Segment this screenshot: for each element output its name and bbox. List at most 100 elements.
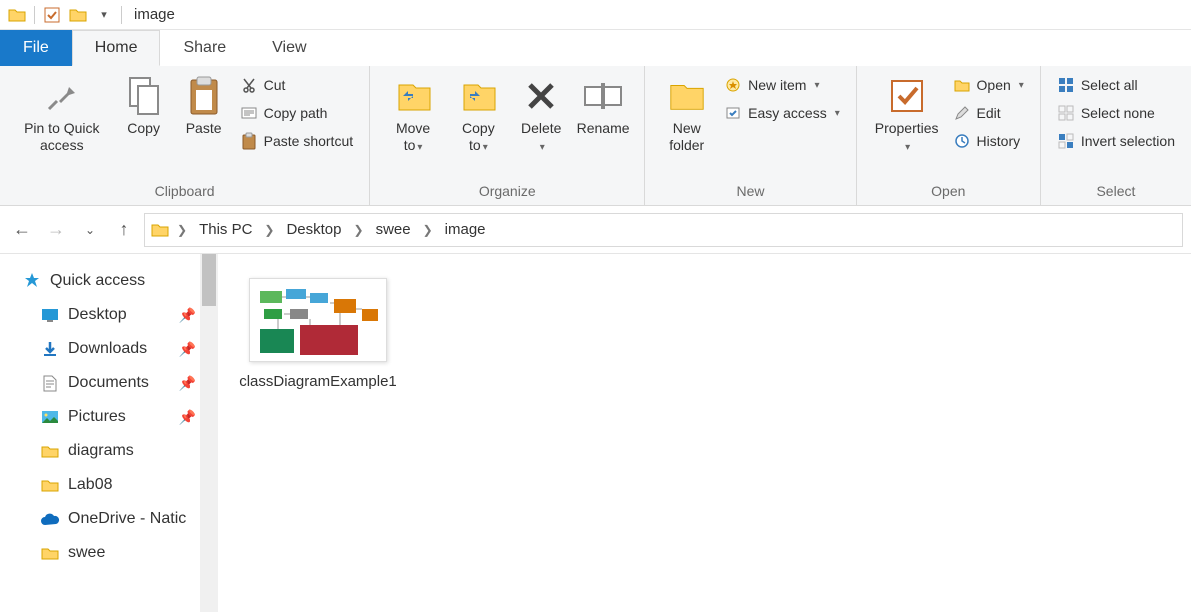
- navigation-pane: Quick access Desktop 📌 Downloads 📌 Docum…: [0, 254, 218, 612]
- rename-icon: [583, 76, 623, 116]
- downloads-icon: [40, 339, 60, 359]
- invert-selection-icon: [1057, 132, 1075, 150]
- nav-swee[interactable]: swee: [14, 536, 218, 570]
- file-thumbnail: [249, 278, 387, 362]
- history-icon: [953, 132, 971, 150]
- select-all-button[interactable]: Select all: [1055, 74, 1177, 96]
- open-icon: [953, 76, 971, 94]
- select-all-icon: [1057, 76, 1075, 94]
- nav-pictures[interactable]: Pictures 📌: [14, 400, 218, 434]
- delete-icon: [521, 76, 561, 116]
- paste-shortcut-icon: [240, 132, 258, 150]
- scrollbar-thumb[interactable]: [202, 254, 216, 306]
- forward-button[interactable]: →: [42, 216, 70, 244]
- pin-icon: 📌: [179, 341, 196, 358]
- properties-icon: [887, 76, 927, 116]
- chevron-down-icon: ▾: [905, 142, 910, 153]
- chevron-down-icon: ▾: [1019, 80, 1024, 91]
- cut-button[interactable]: Cut: [238, 74, 356, 96]
- title-bar: ▾ image: [0, 0, 1191, 30]
- breadcrumb-item[interactable]: image: [441, 221, 490, 238]
- nav-desktop[interactable]: Desktop 📌: [14, 298, 218, 332]
- copy-to-icon: [458, 76, 498, 116]
- address-bar[interactable]: ❯ This PC ❯ Desktop ❯ swee ❯ image: [144, 213, 1183, 247]
- chevron-right-icon[interactable]: ❯: [173, 223, 191, 237]
- pin-icon: 📌: [179, 375, 196, 392]
- folder-icon: [40, 441, 60, 461]
- paste-shortcut-button[interactable]: Paste shortcut: [238, 130, 356, 152]
- move-to-button[interactable]: Move to▾: [380, 72, 446, 158]
- tab-share[interactable]: Share: [160, 30, 249, 66]
- select-none-icon: [1057, 104, 1075, 122]
- copy-to-button[interactable]: Copy to▾: [446, 72, 511, 158]
- scrollbar[interactable]: [200, 254, 218, 612]
- qat-customize-dropdown[interactable]: ▾: [94, 5, 114, 25]
- nav-onedrive[interactable]: OneDrive - Natic: [14, 502, 218, 536]
- ribbon-tabs: File Home Share View: [0, 30, 1191, 66]
- new-item-icon: [724, 76, 742, 94]
- nav-diagrams[interactable]: diagrams: [14, 434, 218, 468]
- breadcrumb-item[interactable]: This PC: [195, 221, 256, 238]
- properties-button[interactable]: Properties ▾: [867, 72, 947, 158]
- copy-icon: [124, 76, 164, 116]
- desktop-icon: [40, 305, 60, 325]
- tab-view[interactable]: View: [249, 30, 329, 66]
- ribbon-group-organize: Move to▾ Copy to▾ Delete ▾ Rename: [370, 66, 645, 205]
- new-folder-icon: [667, 76, 707, 116]
- recent-locations-button[interactable]: ⌄: [76, 216, 104, 244]
- new-folder-button[interactable]: New folder: [655, 72, 718, 158]
- ribbon-group-open: Properties ▾ Open▾ Edit History Open: [857, 66, 1041, 205]
- chevron-right-icon[interactable]: ❯: [260, 223, 278, 237]
- pictures-icon: [40, 407, 60, 427]
- tab-home[interactable]: Home: [72, 30, 161, 66]
- history-button[interactable]: History: [951, 130, 1026, 152]
- folder-icon: [40, 543, 60, 563]
- easy-access-button[interactable]: Easy access▾: [722, 102, 842, 124]
- copy-button[interactable]: Copy: [114, 72, 174, 141]
- breadcrumb-item[interactable]: Desktop: [282, 221, 345, 238]
- open-button[interactable]: Open▾: [951, 74, 1026, 96]
- content-pane[interactable]: classDiagramExample1: [218, 254, 1191, 612]
- quick-access-icon: [22, 271, 42, 291]
- select-none-button[interactable]: Select none: [1055, 102, 1177, 124]
- chevron-right-icon[interactable]: ❯: [350, 223, 368, 237]
- nav-toolbar: ← → ⌄ ↑ ❯ This PC ❯ Desktop ❯ swee ❯ ima…: [0, 206, 1191, 254]
- file-label: classDiagramExample1: [238, 372, 398, 392]
- copy-path-icon: [240, 104, 258, 122]
- new-item-button[interactable]: New item▾: [722, 74, 842, 96]
- divider: [34, 6, 35, 24]
- paste-button[interactable]: Paste: [174, 72, 234, 141]
- nav-quick-access[interactable]: Quick access: [14, 264, 218, 298]
- pin-icon: 📌: [179, 307, 196, 324]
- nav-downloads[interactable]: Downloads 📌: [14, 332, 218, 366]
- edit-button[interactable]: Edit: [951, 102, 1026, 124]
- delete-button[interactable]: Delete ▾: [511, 72, 572, 158]
- copy-path-button[interactable]: Copy path: [238, 102, 356, 124]
- divider: [121, 6, 122, 24]
- file-item[interactable]: classDiagramExample1: [238, 278, 398, 392]
- ribbon: Pin to Quick access Copy Paste Cut: [0, 66, 1191, 206]
- folder-icon: [151, 222, 169, 237]
- pin-icon: 📌: [179, 409, 196, 426]
- ribbon-group-clipboard: Pin to Quick access Copy Paste Cut: [0, 66, 370, 205]
- ribbon-group-new: New folder New item▾ Easy access▾ New: [645, 66, 856, 205]
- folder-icon: [7, 5, 27, 25]
- invert-selection-button[interactable]: Invert selection: [1055, 130, 1177, 152]
- qat-properties-icon[interactable]: [42, 5, 62, 25]
- chevron-down-icon: ▾: [417, 142, 422, 153]
- rename-button[interactable]: Rename: [572, 72, 635, 141]
- qat-folder-icon[interactable]: [68, 5, 88, 25]
- tab-file[interactable]: File: [0, 30, 72, 66]
- nav-documents[interactable]: Documents 📌: [14, 366, 218, 400]
- chevron-right-icon[interactable]: ❯: [419, 223, 437, 237]
- breadcrumb-item[interactable]: swee: [372, 221, 415, 238]
- up-button[interactable]: ↑: [110, 216, 138, 244]
- onedrive-icon: [40, 509, 60, 529]
- nav-lab08[interactable]: Lab08: [14, 468, 218, 502]
- window-title: image: [134, 6, 175, 23]
- back-button[interactable]: ←: [8, 216, 36, 244]
- documents-icon: [40, 373, 60, 393]
- pin-to-quick-access-button[interactable]: Pin to Quick access: [10, 72, 114, 158]
- easy-access-icon: [724, 104, 742, 122]
- edit-icon: [953, 104, 971, 122]
